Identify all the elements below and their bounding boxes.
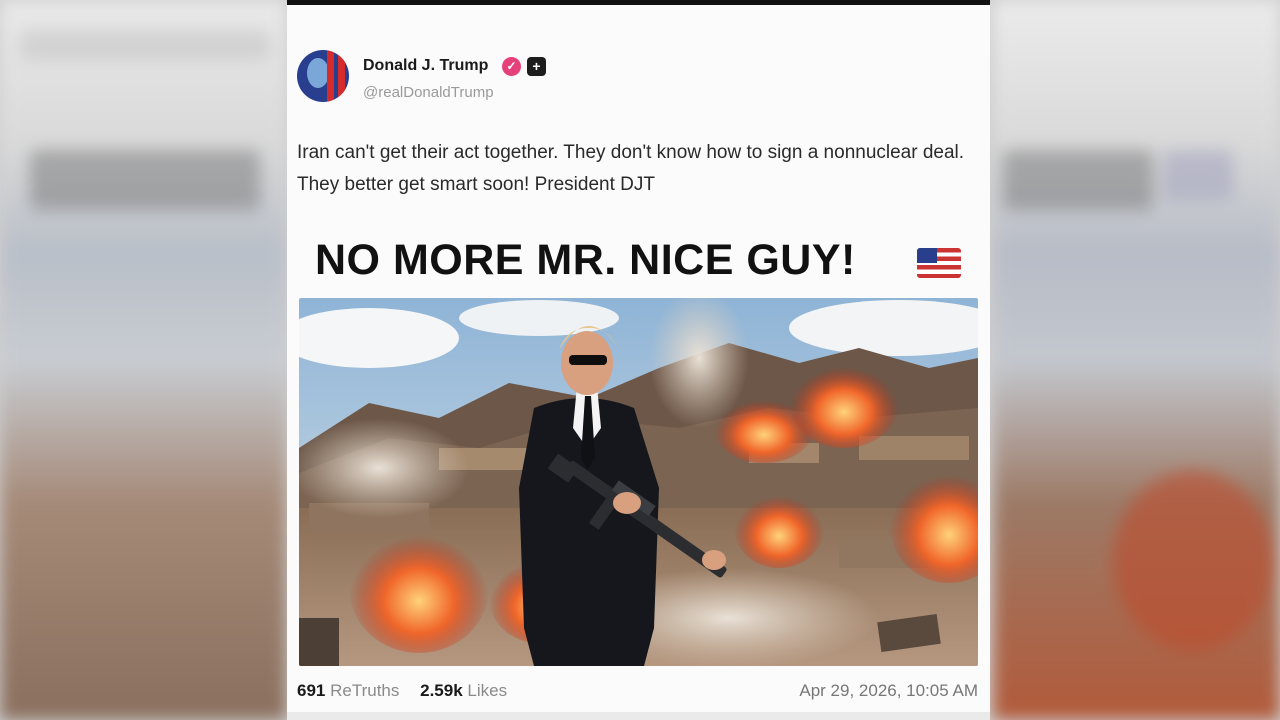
blurred-backdrop-right — [993, 0, 1280, 720]
top-bar — [287, 0, 990, 5]
likes-count[interactable]: 2.59k — [420, 681, 463, 700]
blurred-text-block — [1003, 150, 1153, 210]
avatar-stripe — [338, 50, 345, 102]
retruths-count[interactable]: 691 — [297, 681, 325, 700]
post-image-illustration — [299, 298, 978, 666]
post-card: Donald J. Trump ✓ + @realDonaldTrump Ira… — [287, 0, 990, 720]
likes-label[interactable]: Likes — [467, 681, 507, 700]
blurred-backdrop-left — [0, 0, 287, 720]
verified-badge-icon: ✓ — [502, 57, 521, 76]
retruths-label[interactable]: ReTruths — [330, 681, 399, 700]
avatar-stripe — [327, 50, 334, 102]
post-image[interactable] — [299, 298, 978, 666]
blurred-text-block — [20, 30, 270, 60]
image-headline: NO MORE MR. NICE GUY! — [315, 236, 856, 284]
us-flag-icon — [917, 248, 961, 278]
post-timestamp[interactable]: Apr 29, 2026, 10:05 AM — [799, 681, 978, 701]
blurred-text-block — [30, 150, 260, 210]
plus-badge-icon: + — [527, 57, 546, 76]
author-name[interactable]: Donald J. Trump — [363, 57, 488, 75]
post-stats: 691 ReTruths 2.59k Likes — [297, 681, 523, 701]
author-handle[interactable]: @realDonaldTrump — [363, 84, 494, 101]
avatar[interactable] — [297, 50, 349, 102]
post-text: Iran can't get their act together. They … — [297, 142, 965, 195]
blurred-flag — [1163, 150, 1233, 200]
blurred-explosion — [1113, 470, 1273, 650]
bottom-bar — [287, 712, 990, 720]
avatar-face — [307, 58, 329, 88]
